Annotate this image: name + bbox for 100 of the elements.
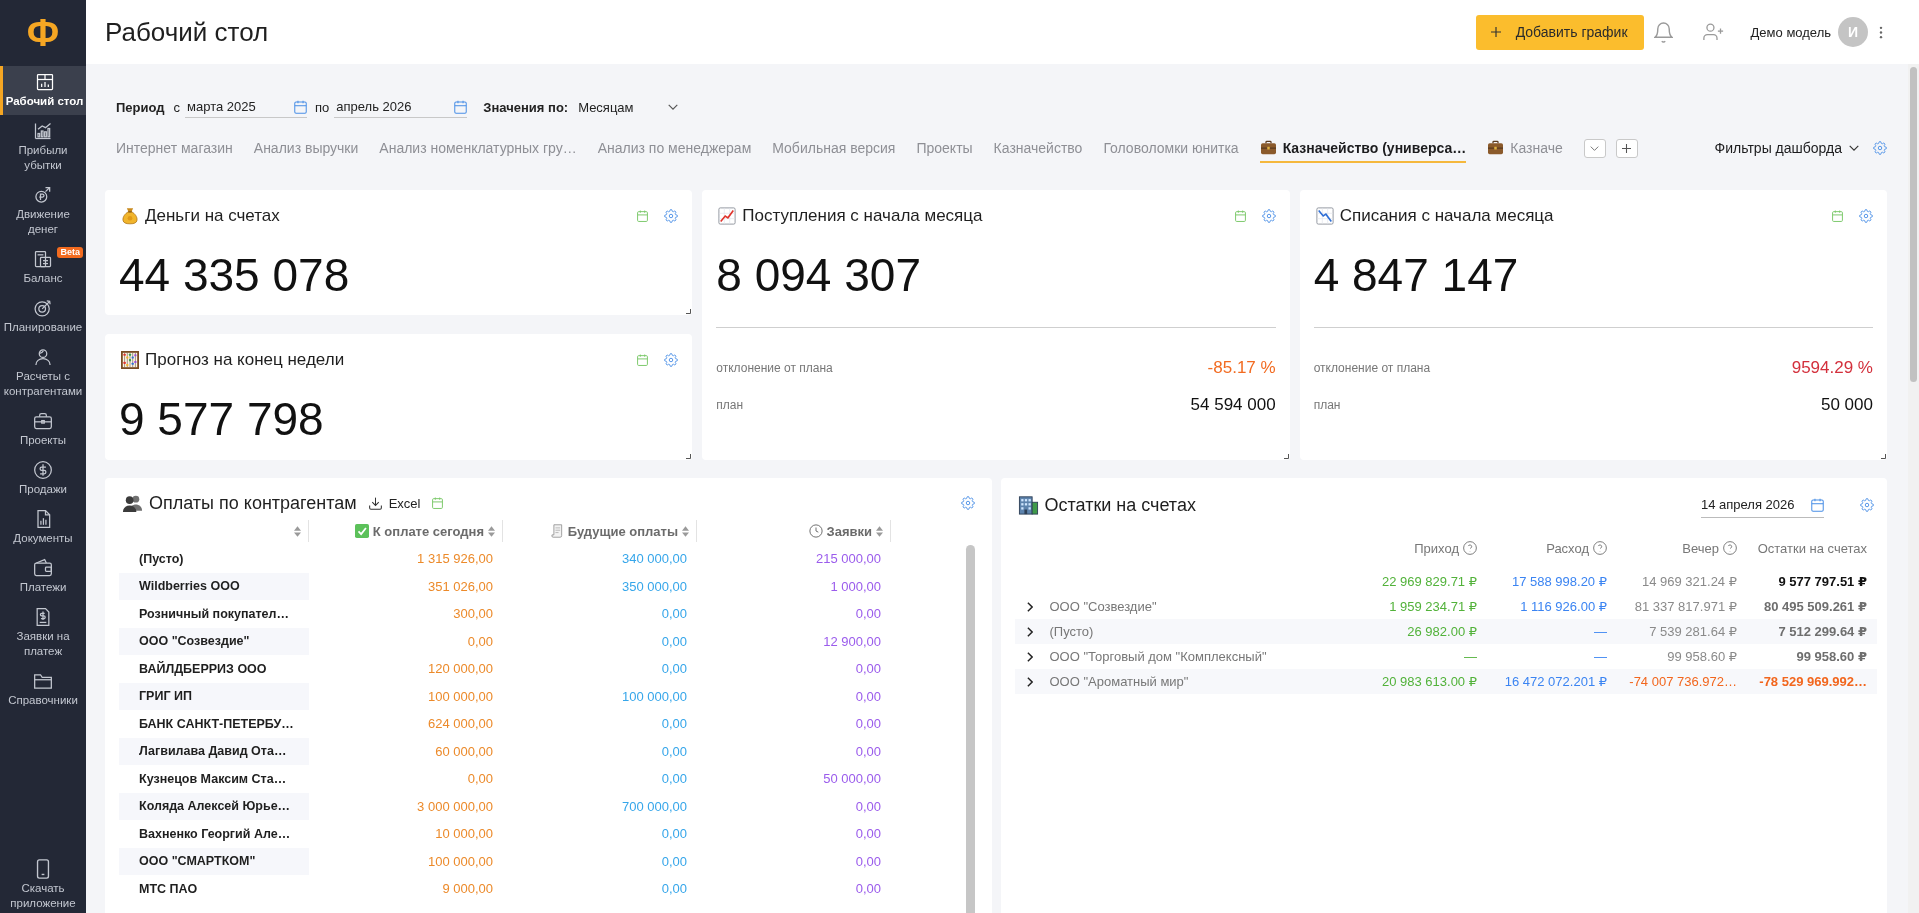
settings-icon[interactable] xyxy=(664,209,679,223)
sort-icon[interactable] xyxy=(294,525,301,537)
chevron-down-icon xyxy=(1590,145,1600,151)
card-title: Поступления с начала месяца xyxy=(742,206,983,226)
settings-icon[interactable] xyxy=(1261,209,1276,223)
card-title: Списания с начала месяца xyxy=(1339,206,1554,226)
page-scrollbar[interactable] xyxy=(1908,64,1919,913)
amount-cell-text: 0,00 xyxy=(854,880,882,899)
nav-item[interactable]: Расчеты с контрагентами xyxy=(0,341,86,405)
nav-item[interactable]: Документы xyxy=(0,503,86,552)
settings-icon[interactable] xyxy=(664,353,679,367)
add-user-icon[interactable] xyxy=(1702,23,1724,41)
calendar-icon[interactable] xyxy=(1234,210,1246,222)
resize-handle-icon[interactable] xyxy=(686,454,692,459)
counterparty-name: ГРИГ ИП xyxy=(119,682,309,710)
settings-icon[interactable] xyxy=(960,496,975,510)
calendar-icon xyxy=(294,99,308,114)
nav-item[interactable]: Проекты xyxy=(0,405,86,454)
amount-cell-text: 10 000,00 xyxy=(434,825,494,844)
nav-item[interactable]: Заявки на платеж xyxy=(0,601,86,665)
resize-handle-icon[interactable] xyxy=(1881,454,1886,459)
chart-up-icon xyxy=(718,207,737,225)
period-select[interactable]: Месяцам xyxy=(578,96,679,118)
amount-cell-text: 340 000,00 xyxy=(620,550,688,569)
plus-icon xyxy=(1622,143,1632,153)
nav-item[interactable]: Движение денег xyxy=(0,179,86,243)
table-scrollbar[interactable] xyxy=(965,545,975,913)
coin-arrow-icon xyxy=(33,185,53,205)
expand-chevron-icon[interactable] xyxy=(1026,651,1033,662)
amount-cell-text: 215 000,00 xyxy=(814,550,882,569)
date-field[interactable]: апрель 2026 xyxy=(334,96,468,118)
card-value: 9 577 798 xyxy=(119,393,325,445)
column-header[interactable]: К оплате сегодня xyxy=(309,520,503,542)
calendar-icon[interactable] xyxy=(637,210,649,222)
nav-item[interactable]: Beta Баланс xyxy=(0,243,86,292)
notifications-bell-icon[interactable] xyxy=(1653,21,1673,43)
nav-item[interactable]: Справочники xyxy=(0,665,86,714)
deviation-value: -85.17 % xyxy=(1207,358,1276,378)
column-header[interactable]: Будущие оплаты xyxy=(503,520,697,542)
date-field[interactable]: марта 2025 xyxy=(185,96,308,118)
resize-handle-icon[interactable] xyxy=(686,309,692,314)
settings-icon[interactable] xyxy=(1859,209,1873,223)
nav-item[interactable]: Платежи xyxy=(0,552,86,601)
add-tab-button[interactable] xyxy=(1615,138,1638,158)
nav-item[interactable]: Прибыли убытки xyxy=(0,115,86,179)
counterparty-name: Кузнецов Максим Ста… xyxy=(138,770,288,788)
from-label: с xyxy=(173,99,181,115)
nav-item[interactable]: Планирование xyxy=(0,292,86,341)
amount-cell-text: 12 900,00 xyxy=(822,632,882,651)
tabs-dropdown-button[interactable] xyxy=(1583,138,1606,158)
kebab-menu-icon[interactable] xyxy=(1879,25,1883,39)
settings-icon[interactable] xyxy=(1873,141,1887,155)
amount-cell-text: 0,00 xyxy=(854,852,882,871)
amount-cell-text: 80 495 509.261 ₽ xyxy=(1762,599,1867,614)
card-value: 4 847 147 xyxy=(1313,249,1520,301)
nav-item[interactable]: Рабочий стол xyxy=(0,66,86,115)
help-icon[interactable] xyxy=(1723,541,1737,555)
account-name[interactable]: ООО "Ароматный мир" xyxy=(1049,674,1347,689)
settings-icon[interactable] xyxy=(1860,498,1874,512)
counterparty-name: Вахненко Георгий Але… xyxy=(138,825,292,843)
account-name[interactable]: ООО "Торговый дом "Комплексный" xyxy=(1049,649,1347,664)
amount-cell-text: 300,00 xyxy=(452,605,494,624)
dollar-icon xyxy=(33,460,53,480)
briefcase-icon xyxy=(33,411,53,431)
dashboard-tab[interactable]: Казначейство (универса… xyxy=(1259,133,1467,163)
amount-cell-text: 0,00 xyxy=(660,742,688,761)
calendar-icon[interactable] xyxy=(637,354,649,366)
column-header: Расход xyxy=(1546,540,1589,556)
people-icon xyxy=(122,493,143,513)
amount-cell-text: 99 958.60 ₽ xyxy=(1666,649,1737,664)
excel-export-button[interactable]: Excel xyxy=(368,495,421,511)
bar-chart-icon xyxy=(33,121,53,141)
sort-icon xyxy=(682,525,689,537)
amount-cell-text: 9 000,00 xyxy=(441,880,494,899)
deviation-value: 9594.29 % xyxy=(1791,358,1873,378)
calendar-icon[interactable] xyxy=(1832,210,1843,222)
expand-chevron-icon[interactable] xyxy=(1026,626,1033,637)
help-icon[interactable] xyxy=(1463,541,1477,555)
nav-item[interactable]: Продажи xyxy=(0,454,86,503)
calendar-icon[interactable] xyxy=(432,497,444,509)
expand-chevron-icon[interactable] xyxy=(1026,676,1033,687)
expand-chevron-icon[interactable] xyxy=(1026,601,1033,612)
plan-label: план xyxy=(1313,398,1341,412)
column-header: Приход xyxy=(1414,540,1459,556)
resize-handle-icon[interactable] xyxy=(1283,454,1289,459)
date-field[interactable]: 14 апреля 2026 xyxy=(1701,492,1824,518)
logo: Ф xyxy=(25,11,61,56)
card-title: Прогноз на конец недели xyxy=(145,350,345,370)
column-header[interactable]: Заявки xyxy=(697,520,891,542)
download-app-link[interactable]: Скачать приложение xyxy=(0,853,86,913)
amount-cell-text: 1 959 234.71 ₽ xyxy=(1388,599,1477,614)
user-name[interactable]: Демо модель xyxy=(1750,24,1831,40)
account-name[interactable]: ООО "Созвездие" xyxy=(1049,599,1347,614)
help-icon[interactable] xyxy=(1593,541,1607,555)
chevron-down-icon xyxy=(1849,145,1859,151)
dashboard-filters-button[interactable]: Фильтры дашборда xyxy=(1714,140,1859,156)
account-name[interactable]: (Пусто) xyxy=(1049,624,1347,639)
amount-cell-text: 700 000,00 xyxy=(620,797,688,816)
add-chart-button[interactable]: Добавить график xyxy=(1475,14,1644,50)
amount-cell-text: 0,00 xyxy=(854,742,882,761)
